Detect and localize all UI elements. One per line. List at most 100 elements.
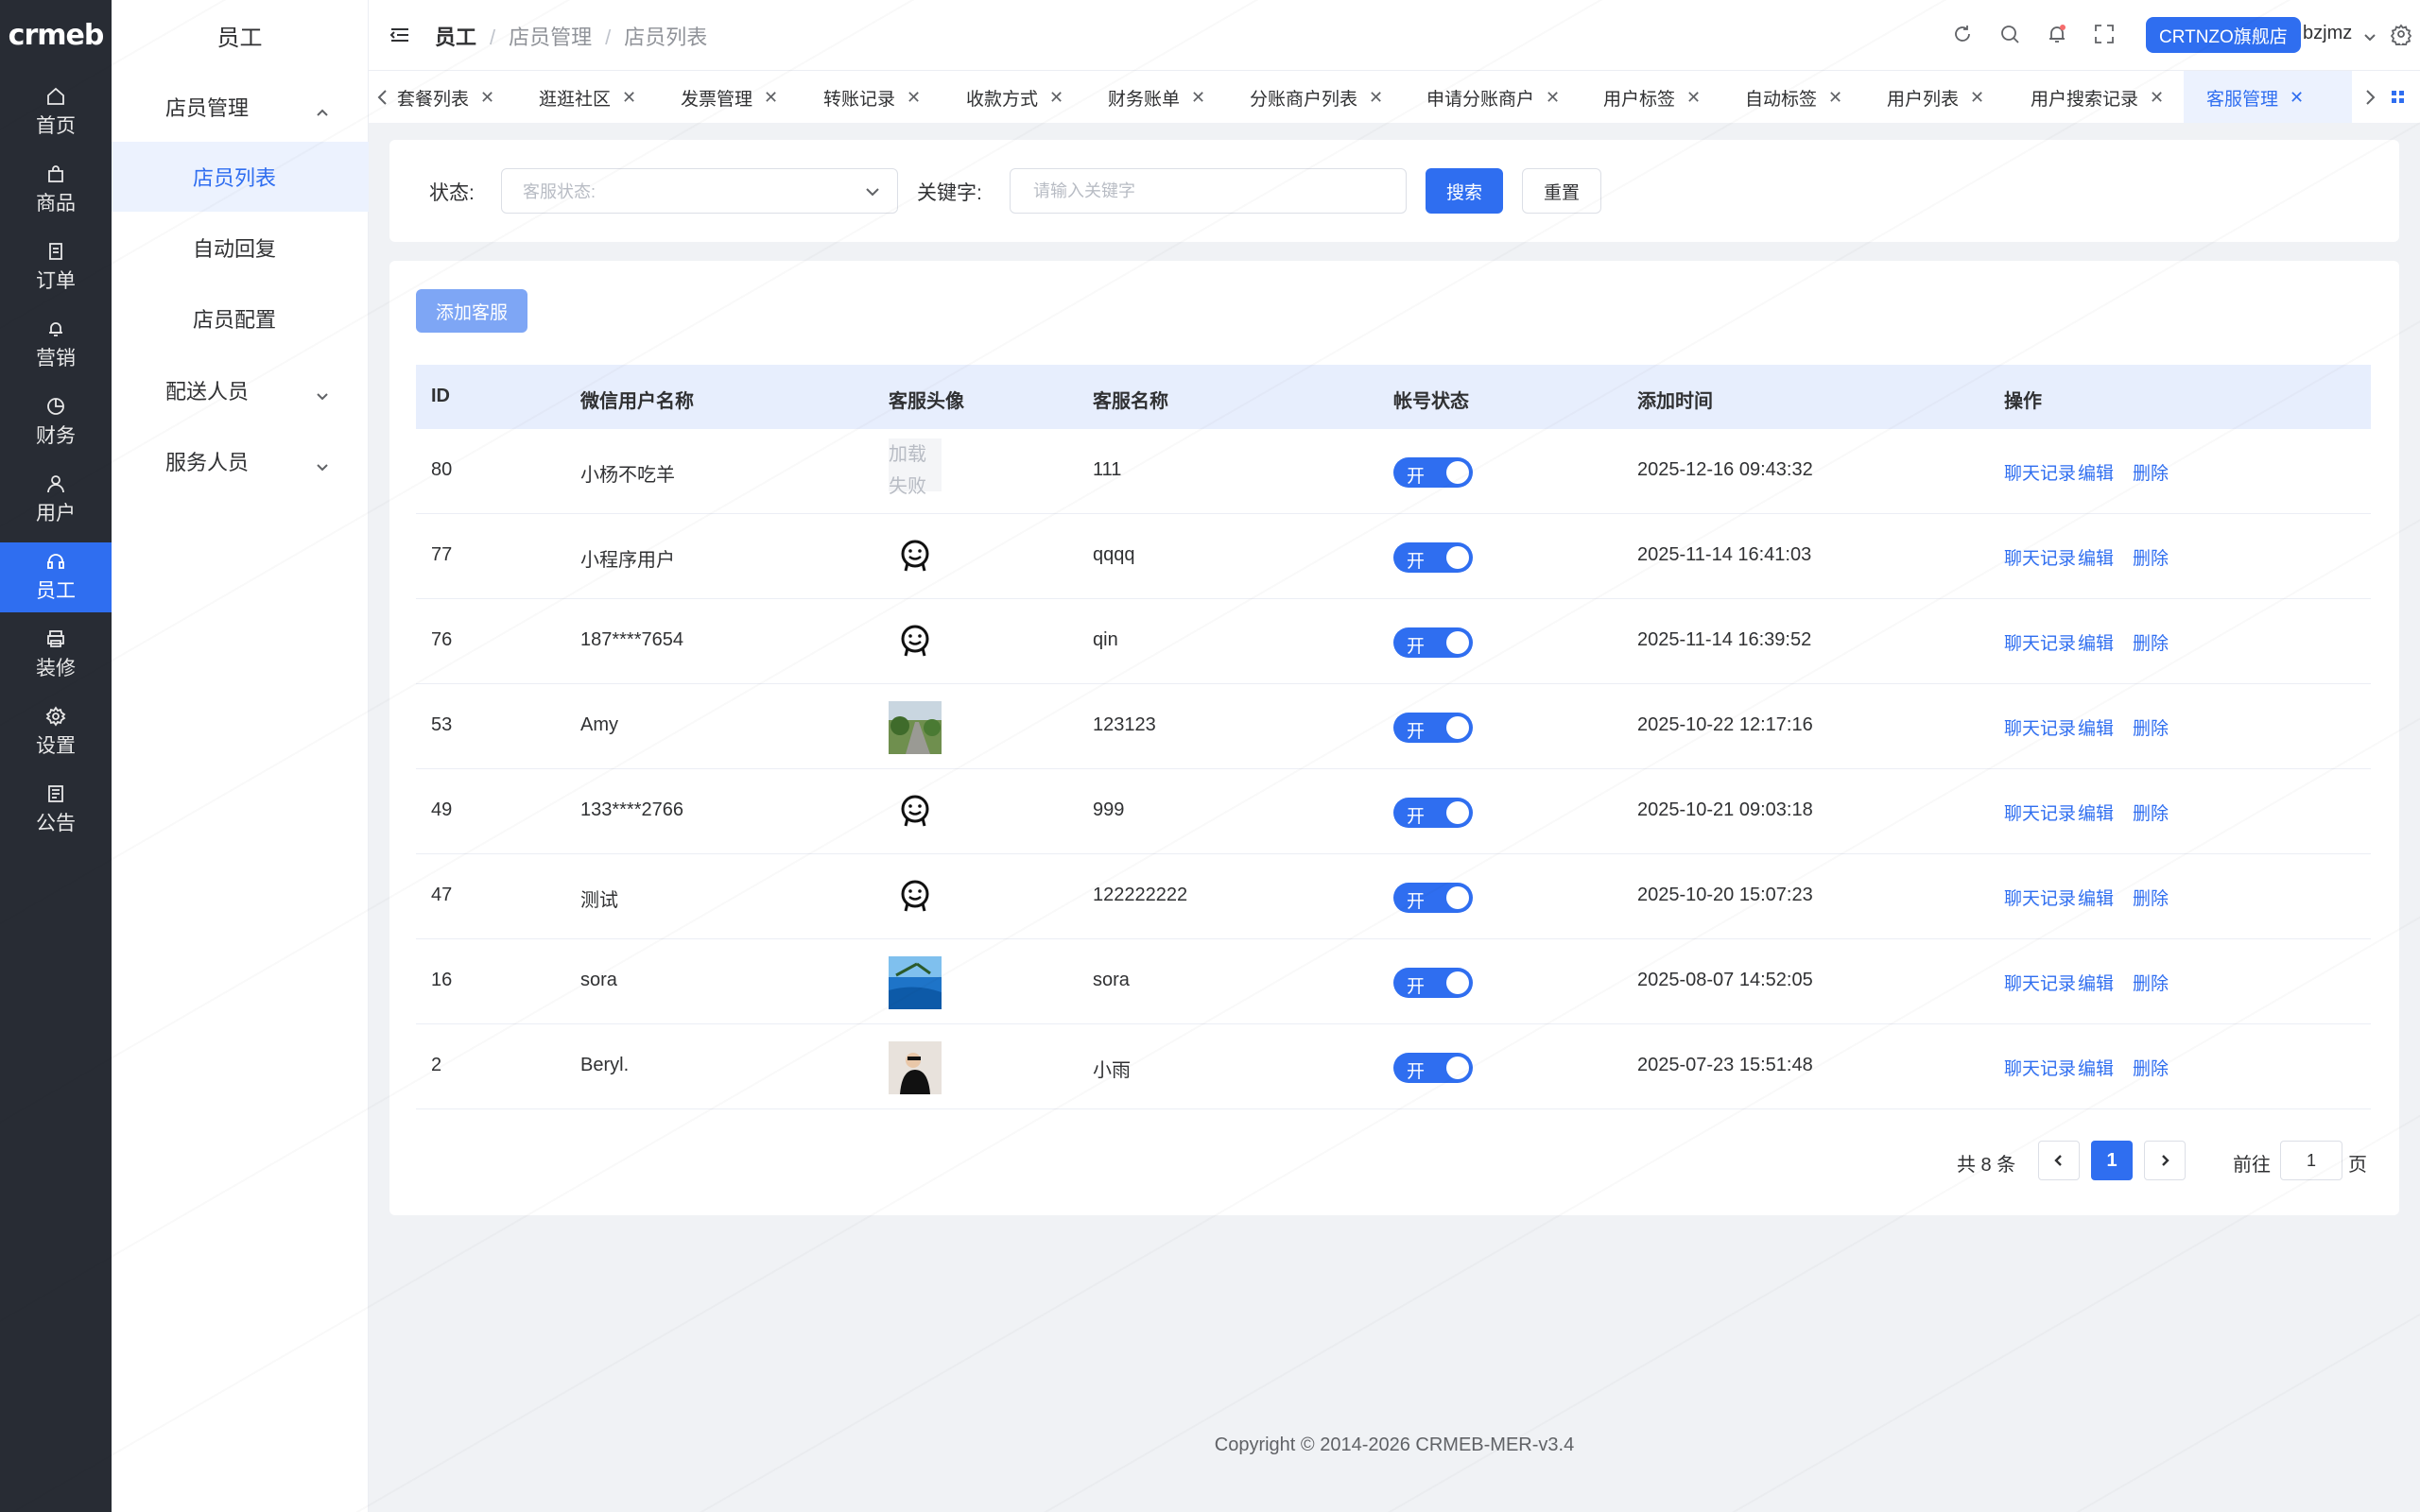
menu-toggle-icon[interactable] [389, 25, 410, 45]
account-status-toggle[interactable]: 开 [1393, 457, 1473, 488]
tab-payment-methods[interactable]: 收款方式 ✕ [966, 71, 1063, 123]
close-icon[interactable]: ✕ [907, 88, 921, 108]
smiley-icon[interactable] [889, 531, 942, 584]
edit-link[interactable]: 编辑 [2078, 629, 2114, 655]
rail-item-3[interactable]: 营销 [0, 310, 112, 380]
chat-records-link[interactable]: 聊天记录 [2004, 629, 2076, 655]
tabs-scroll-right-icon[interactable] [2361, 88, 2378, 107]
user-menu[interactable]: bzjmz [2303, 23, 2377, 44]
account-status-toggle[interactable]: 开 [1393, 542, 1473, 573]
goto-page-input[interactable] [2280, 1141, 2342, 1180]
sidebar-group-delivery-staff[interactable]: 配送人员 [112, 355, 369, 425]
edit-link[interactable]: 编辑 [2078, 714, 2114, 740]
tab-apply-split-merchant[interactable]: 申请分账商户 ✕ [1426, 71, 1560, 123]
status-select[interactable]: 客服状态: [501, 168, 898, 214]
delete-link[interactable]: 删除 [2133, 629, 2169, 655]
delete-link[interactable]: 删除 [2133, 459, 2169, 485]
smiley-icon[interactable] [889, 616, 942, 669]
avatar-photo-sea[interactable] [889, 956, 942, 1009]
tab-auto-tags[interactable]: 自动标签 ✕ [1745, 71, 1842, 123]
edit-link[interactable]: 编辑 [2078, 970, 2114, 995]
edit-link[interactable]: 编辑 [2078, 885, 2114, 910]
close-icon[interactable]: ✕ [1049, 88, 1063, 108]
edit-link[interactable]: 编辑 [2078, 544, 2114, 570]
chat-records-link[interactable]: 聊天记录 [2004, 799, 2076, 825]
rail-item-9[interactable]: 公告 [0, 775, 112, 845]
tab-split-merchants[interactable]: 分账商户列表 ✕ [1250, 71, 1383, 123]
refresh-icon[interactable] [1951, 23, 1974, 45]
tab-community[interactable]: 逛逛社区 ✕ [539, 71, 636, 123]
next-page-button[interactable] [2144, 1141, 2186, 1180]
smiley-icon[interactable] [889, 786, 942, 839]
tabs-scroll-left-icon[interactable] [374, 88, 391, 107]
page-number-current[interactable]: 1 [2091, 1141, 2133, 1180]
rail-item-8[interactable]: 设置 [0, 697, 112, 767]
edit-link[interactable]: 编辑 [2078, 1055, 2114, 1080]
tab-user-search-records[interactable]: 用户搜索记录 ✕ [2031, 71, 2164, 123]
chat-records-link[interactable]: 聊天记录 [2004, 459, 2076, 485]
search-icon[interactable] [1998, 23, 2021, 45]
settings-gear-icon[interactable] [2390, 23, 2412, 48]
close-icon[interactable]: ✕ [622, 88, 636, 108]
rail-item-1[interactable]: 商品 [0, 155, 112, 225]
brand-logo[interactable]: crmeb [0, 0, 112, 70]
rail-item-6[interactable]: 员工 [0, 542, 112, 612]
account-status-toggle[interactable]: 开 [1393, 883, 1473, 913]
delete-link[interactable]: 删除 [2133, 714, 2169, 740]
breadcrumb-item[interactable]: 店员管理 [509, 26, 592, 49]
close-icon[interactable]: ✕ [2150, 88, 2164, 108]
keyword-input[interactable] [1031, 180, 1406, 202]
chat-records-link[interactable]: 聊天记录 [2004, 714, 2076, 740]
rail-item-4[interactable]: 财务 [0, 387, 112, 457]
chat-records-link[interactable]: 聊天记录 [2004, 885, 2076, 910]
smiley-icon[interactable] [889, 871, 942, 924]
close-icon[interactable]: ✕ [1970, 88, 1984, 108]
close-icon[interactable]: ✕ [1828, 88, 1842, 108]
tab-user-list[interactable]: 用户列表 ✕ [1887, 71, 1984, 123]
rail-item-2[interactable]: 订单 [0, 232, 112, 302]
close-icon[interactable]: ✕ [1191, 88, 1205, 108]
sidebar-group-staff-management[interactable]: 店员管理 [112, 72, 369, 142]
sidebar-item-staff-config[interactable]: 店员配置 [112, 284, 369, 353]
reset-button[interactable]: 重置 [1522, 168, 1601, 214]
sidebar-group-service-staff[interactable]: 服务人员 [112, 426, 369, 496]
avatar-photo-road[interactable] [889, 701, 942, 754]
account-status-toggle[interactable]: 开 [1393, 1053, 1473, 1083]
tabs-grid-icon[interactable] [2390, 88, 2407, 107]
rail-item-0[interactable]: 首页 [0, 77, 112, 147]
delete-link[interactable]: 删除 [2133, 1055, 2169, 1080]
prev-page-button[interactable] [2038, 1141, 2080, 1180]
tab-transfer-records[interactable]: 转账记录 ✕ [823, 71, 921, 123]
tab-customer-service[interactable]: 客服管理 ✕ [2184, 71, 2352, 123]
store-switch-button[interactable]: CRTNZO旗舰店 [2146, 17, 2301, 53]
sidebar-item-staff-list[interactable]: 店员列表 [112, 142, 369, 212]
tab-finance-bills[interactable]: 财务账单 ✕ [1108, 71, 1205, 123]
edit-link[interactable]: 编辑 [2078, 799, 2114, 825]
close-icon[interactable]: ✕ [480, 88, 494, 108]
avatar-photo-person[interactable] [889, 1041, 942, 1094]
edit-link[interactable]: 编辑 [2078, 459, 2114, 485]
breadcrumb-item[interactable]: 员工 [435, 26, 476, 49]
tab-package-list[interactable]: 套餐列表 ✕ [397, 71, 494, 123]
chat-records-link[interactable]: 聊天记录 [2004, 544, 2076, 570]
chat-records-link[interactable]: 聊天记录 [2004, 1055, 2076, 1080]
delete-link[interactable]: 删除 [2133, 799, 2169, 825]
delete-link[interactable]: 删除 [2133, 885, 2169, 910]
account-status-toggle[interactable]: 开 [1393, 627, 1473, 658]
tab-user-tags[interactable]: 用户标签 ✕ [1603, 71, 1701, 123]
fullscreen-icon[interactable] [2093, 23, 2116, 45]
close-icon[interactable]: ✕ [1369, 88, 1383, 108]
rail-item-7[interactable]: 装修 [0, 620, 112, 690]
search-button[interactable]: 搜索 [1426, 168, 1503, 214]
sidebar-item-auto-reply[interactable]: 自动回复 [112, 213, 369, 283]
tab-invoice[interactable]: 发票管理 ✕ [681, 71, 778, 123]
close-icon[interactable]: ✕ [1686, 88, 1701, 108]
close-icon[interactable]: ✕ [1546, 88, 1560, 108]
account-status-toggle[interactable]: 开 [1393, 713, 1473, 743]
account-status-toggle[interactable]: 开 [1393, 968, 1473, 998]
close-icon[interactable]: ✕ [764, 88, 778, 108]
rail-item-5[interactable]: 用户 [0, 465, 112, 535]
delete-link[interactable]: 删除 [2133, 970, 2169, 995]
chat-records-link[interactable]: 聊天记录 [2004, 970, 2076, 995]
add-service-button[interactable]: 添加客服 [416, 289, 527, 333]
